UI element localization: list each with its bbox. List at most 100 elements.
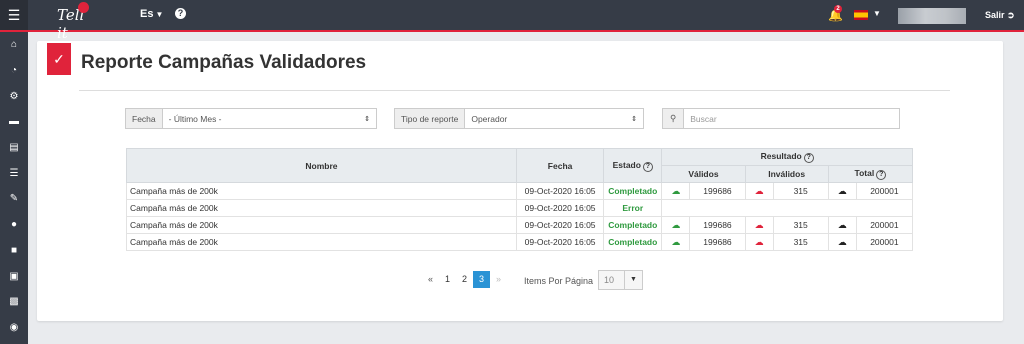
logo-text: Tell it [57, 6, 85, 42]
search-box: ⚲ Buscar [662, 108, 900, 129]
page-3-button[interactable]: 3 [473, 271, 490, 288]
download-green-icon[interactable]: ☁ [661, 216, 691, 234]
tipo-reporte-label: Tipo de reporte [395, 109, 466, 128]
logout-button[interactable]: Salir ➲ [985, 10, 1015, 21]
sidebar: ⌂ ◔ ⚙ ▬ ▤ ☰ ✎ ● ■ ▣ ▩ ◉ [0, 32, 28, 344]
report-table: Nombre Fecha Estado? Resultado? Válidos … [126, 148, 914, 251]
download-green-icon[interactable]: ☁ [661, 182, 691, 200]
cell-nombre: Campaña más de 200k [126, 199, 517, 217]
col-invalidos: Inválidos [744, 165, 829, 183]
cell-validos: 199686 [689, 216, 746, 234]
pagination: « 1 2 3 » [422, 271, 507, 288]
report-card: ✓ Reporte Campañas Validadores Fecha - Ú… [37, 41, 1003, 321]
per-page-value: 10 [604, 275, 615, 285]
cell-fecha: 09-Oct-2020 16:05 [515, 233, 605, 251]
logout-icon: ➲ [1007, 10, 1015, 20]
col-nombre: Nombre [126, 148, 517, 183]
fecha-filter: Fecha - Último Mes - ⇕ [125, 108, 377, 129]
col-resultado: Resultado? [661, 148, 913, 166]
report-check-icon: ✓ [47, 43, 71, 75]
first-page-button[interactable]: « [422, 271, 439, 288]
tipo-reporte-value: Operador [471, 113, 508, 124]
table-row: Campaña más de 200k 09-Oct-2020 16:05 Co… [126, 233, 914, 251]
col-fecha: Fecha [515, 148, 605, 183]
download-black-icon[interactable]: ☁ [827, 233, 857, 251]
chat-icon[interactable]: ● [0, 212, 28, 238]
download-red-icon[interactable]: ☁ [744, 182, 774, 200]
page-2-button[interactable]: 2 [456, 271, 473, 288]
list-icon[interactable]: ☰ [0, 160, 28, 186]
page-1-button[interactable]: 1 [439, 271, 456, 288]
language-label: Es [140, 8, 154, 20]
download-black-icon[interactable]: ☁ [827, 182, 857, 200]
document-icon[interactable]: ▤ [0, 135, 28, 161]
cell-invalidos: 315 [772, 216, 829, 234]
search-placeholder: Buscar [690, 113, 717, 124]
cell-invalidos: 315 [772, 182, 829, 200]
caret-down-icon: ▼ [624, 271, 642, 289]
users-gear-icon[interactable]: ⚙ [0, 83, 28, 109]
fecha-select[interactable]: - Último Mes - ⇕ [162, 109, 376, 128]
top-navbar: ☰ Tell it Es ▼ ? 🔔 2 ▼ Salir ➲ [0, 0, 1024, 42]
table-row: Campaña más de 200k 09-Oct-2020 16:05 Co… [126, 216, 914, 234]
items-per-page-label: Items Por Página [524, 276, 594, 286]
fecha-label: Fecha [126, 109, 163, 128]
cell-fecha: 09-Oct-2020 16:05 [515, 216, 605, 234]
question-circle-icon[interactable]: ? [803, 153, 814, 163]
cell-fecha: 09-Oct-2020 16:05 [515, 199, 605, 217]
report-icon[interactable]: ▣ [0, 263, 28, 289]
cell-nombre: Campaña más de 200k [126, 182, 517, 200]
cell-validos: 199686 [689, 182, 746, 200]
search-icon[interactable]: ⚲ [663, 109, 685, 128]
cell-nombre: Campaña más de 200k [126, 216, 517, 234]
page-title: Reporte Campañas Validadores [81, 52, 367, 73]
cell-estado: Completado [603, 216, 663, 234]
chevron-down-icon: ▼ [155, 10, 164, 19]
download-red-icon[interactable]: ☁ [744, 216, 774, 234]
resultado-label: Resultado [760, 151, 802, 161]
cell-estado: Error [603, 199, 663, 217]
question-circle-icon[interactable]: ? [642, 161, 653, 172]
conversations-icon[interactable]: ◉ [0, 315, 28, 341]
notification-badge: 2 [834, 5, 842, 13]
hamburger-menu-icon[interactable]: ☰ [0, 0, 28, 30]
cell-validos: 199686 [689, 233, 746, 251]
select-arrows-icon: ⇕ [364, 115, 370, 123]
spain-flag-icon[interactable] [854, 10, 868, 20]
cell-total: 200001 [855, 182, 914, 200]
next-page-button[interactable]: » [490, 271, 507, 288]
comment-icon[interactable]: ■ [0, 238, 28, 264]
table-row: Campaña más de 200k 09-Oct-2020 16:05 Co… [126, 182, 914, 200]
inbox-icon[interactable]: ▩ [0, 289, 28, 315]
chevron-down-icon[interactable]: ▼ [873, 9, 881, 18]
home-icon[interactable]: ⌂ [0, 32, 28, 58]
logo-dot [78, 2, 89, 13]
cell-invalidos: 315 [772, 233, 829, 251]
cell-estado: Completado [603, 182, 663, 200]
cell-total: 200001 [855, 216, 914, 234]
language-selector[interactable]: Es ▼ [140, 8, 163, 20]
divider [79, 90, 950, 91]
download-red-icon[interactable]: ☁ [744, 233, 774, 251]
cell-fecha: 09-Oct-2020 16:05 [515, 182, 605, 200]
col-total: Total? [827, 165, 914, 183]
chart-pie-icon[interactable]: ◔ [0, 58, 28, 84]
card-icon[interactable]: ▬ [0, 109, 28, 135]
help-icon[interactable]: ? [175, 8, 186, 19]
total-label: Total [854, 168, 875, 178]
edit-icon[interactable]: ✎ [0, 186, 28, 212]
col-validos: Válidos [661, 165, 746, 183]
tipo-reporte-filter: Tipo de reporte Operador ⇕ [394, 108, 644, 129]
cell-resultado-empty [661, 199, 913, 217]
table-row: Campaña más de 200k 09-Oct-2020 16:05 Er… [126, 199, 913, 217]
user-name-redacted[interactable] [898, 8, 966, 24]
download-green-icon[interactable]: ☁ [661, 233, 691, 251]
estado-label: Estado [612, 159, 641, 170]
tipo-reporte-select[interactable]: Operador ⇕ [465, 109, 643, 128]
items-per-page-select[interactable]: 10 ▼ [598, 270, 643, 290]
col-estado: Estado? [603, 148, 663, 183]
question-circle-icon[interactable]: ? [876, 170, 887, 180]
search-input[interactable]: Buscar [684, 109, 899, 128]
app-logo[interactable]: Tell it [57, 2, 97, 42]
download-black-icon[interactable]: ☁ [827, 216, 857, 234]
